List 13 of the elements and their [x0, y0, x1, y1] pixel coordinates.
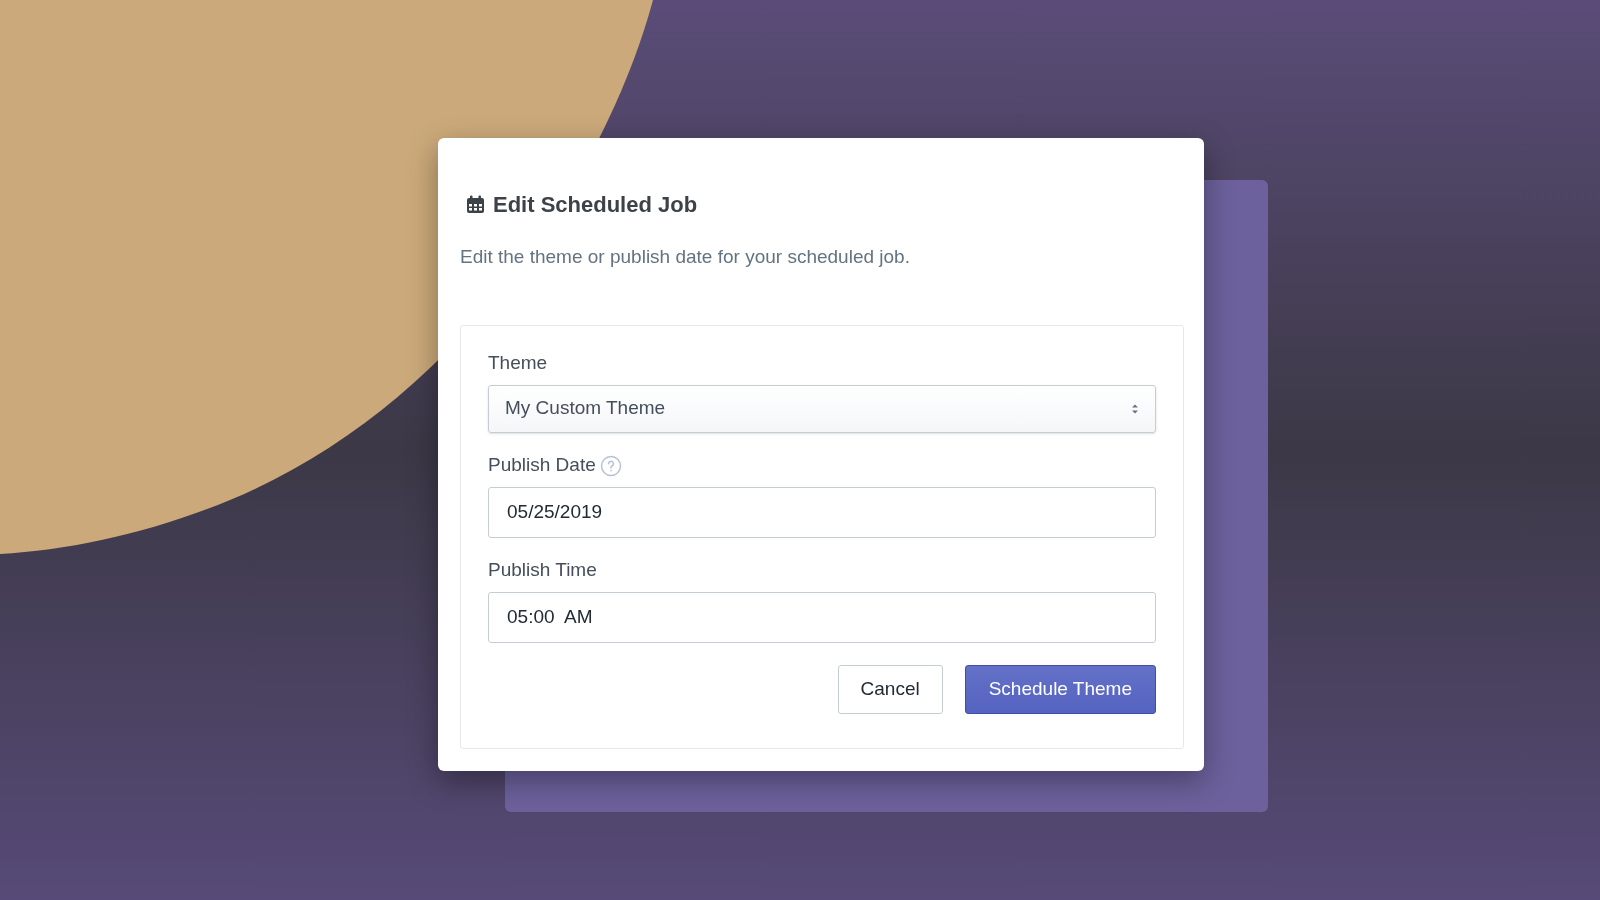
input-field[interactable]: 05/25/2019 [488, 486, 1156, 538]
field-label: Theme [488, 351, 548, 376]
select-arrows-icon [1131, 402, 1139, 415]
dialog-title: Edit Scheduled Job [493, 191, 698, 219]
field-label: Publish Date [488, 453, 596, 478]
cancel-button[interactable]: Cancel [837, 664, 943, 714]
dialog-description: Edit the theme or publish date for your scheduled job. [460, 245, 911, 269]
schedule-button[interactable]: Schedule Theme [964, 664, 1156, 714]
input-field[interactable]: 05:00 AM [488, 591, 1156, 643]
field-label: Publish Time [488, 558, 597, 583]
help-icon[interactable] [599, 454, 622, 477]
calendar-icon [466, 195, 485, 214]
theme-select[interactable]: My Custom Theme [488, 384, 1156, 433]
